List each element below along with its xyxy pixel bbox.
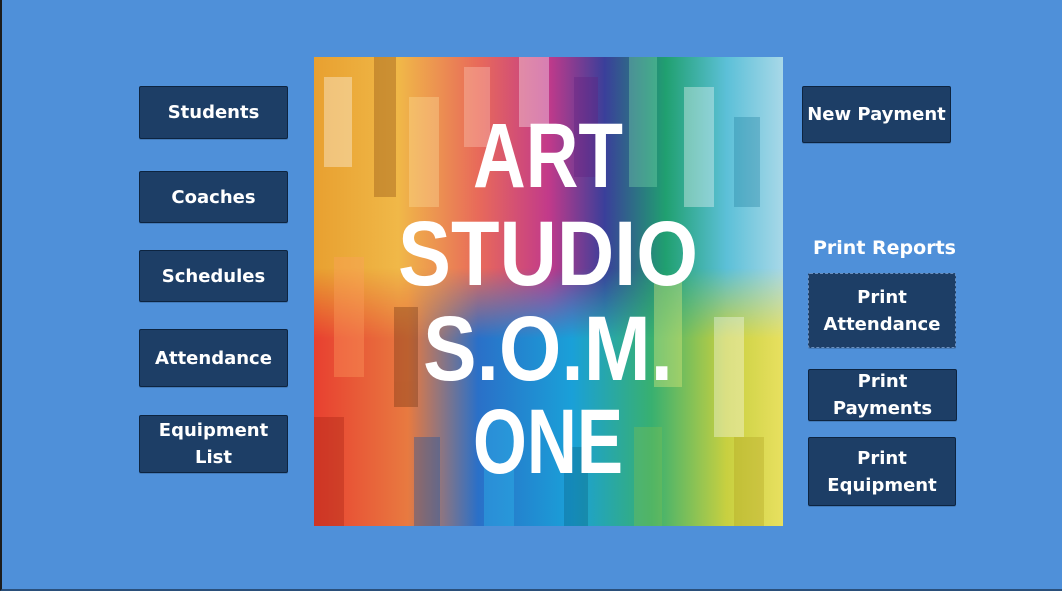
main-form: Students Coaches Schedules Attendance Eq… [0,0,1062,591]
print-payments-button[interactable]: Print Payments [808,369,957,421]
logo-line-4: ONE [473,391,623,493]
students-button[interactable]: Students [139,86,288,139]
logo-graphic: ART STUDIO S.O.M. ONE [314,57,783,526]
logo-line-1: ART [473,105,623,207]
art-studio-logo: ART STUDIO S.O.M. ONE [314,57,783,526]
schedules-button[interactable]: Schedules [139,250,288,302]
print-reports-heading: Print Reports [813,237,956,259]
coaches-button[interactable]: Coaches [139,171,288,223]
equipment-list-button[interactable]: Equipment List [139,415,288,473]
print-attendance-button[interactable]: Print Attendance [808,273,956,348]
logo-line-2: STUDIO [398,203,698,305]
logo-line-3: S.O.M. [423,298,673,400]
print-equipment-button[interactable]: Print Equipment [808,437,956,506]
new-payment-button[interactable]: New Payment [802,86,951,143]
attendance-button[interactable]: Attendance [139,329,288,387]
